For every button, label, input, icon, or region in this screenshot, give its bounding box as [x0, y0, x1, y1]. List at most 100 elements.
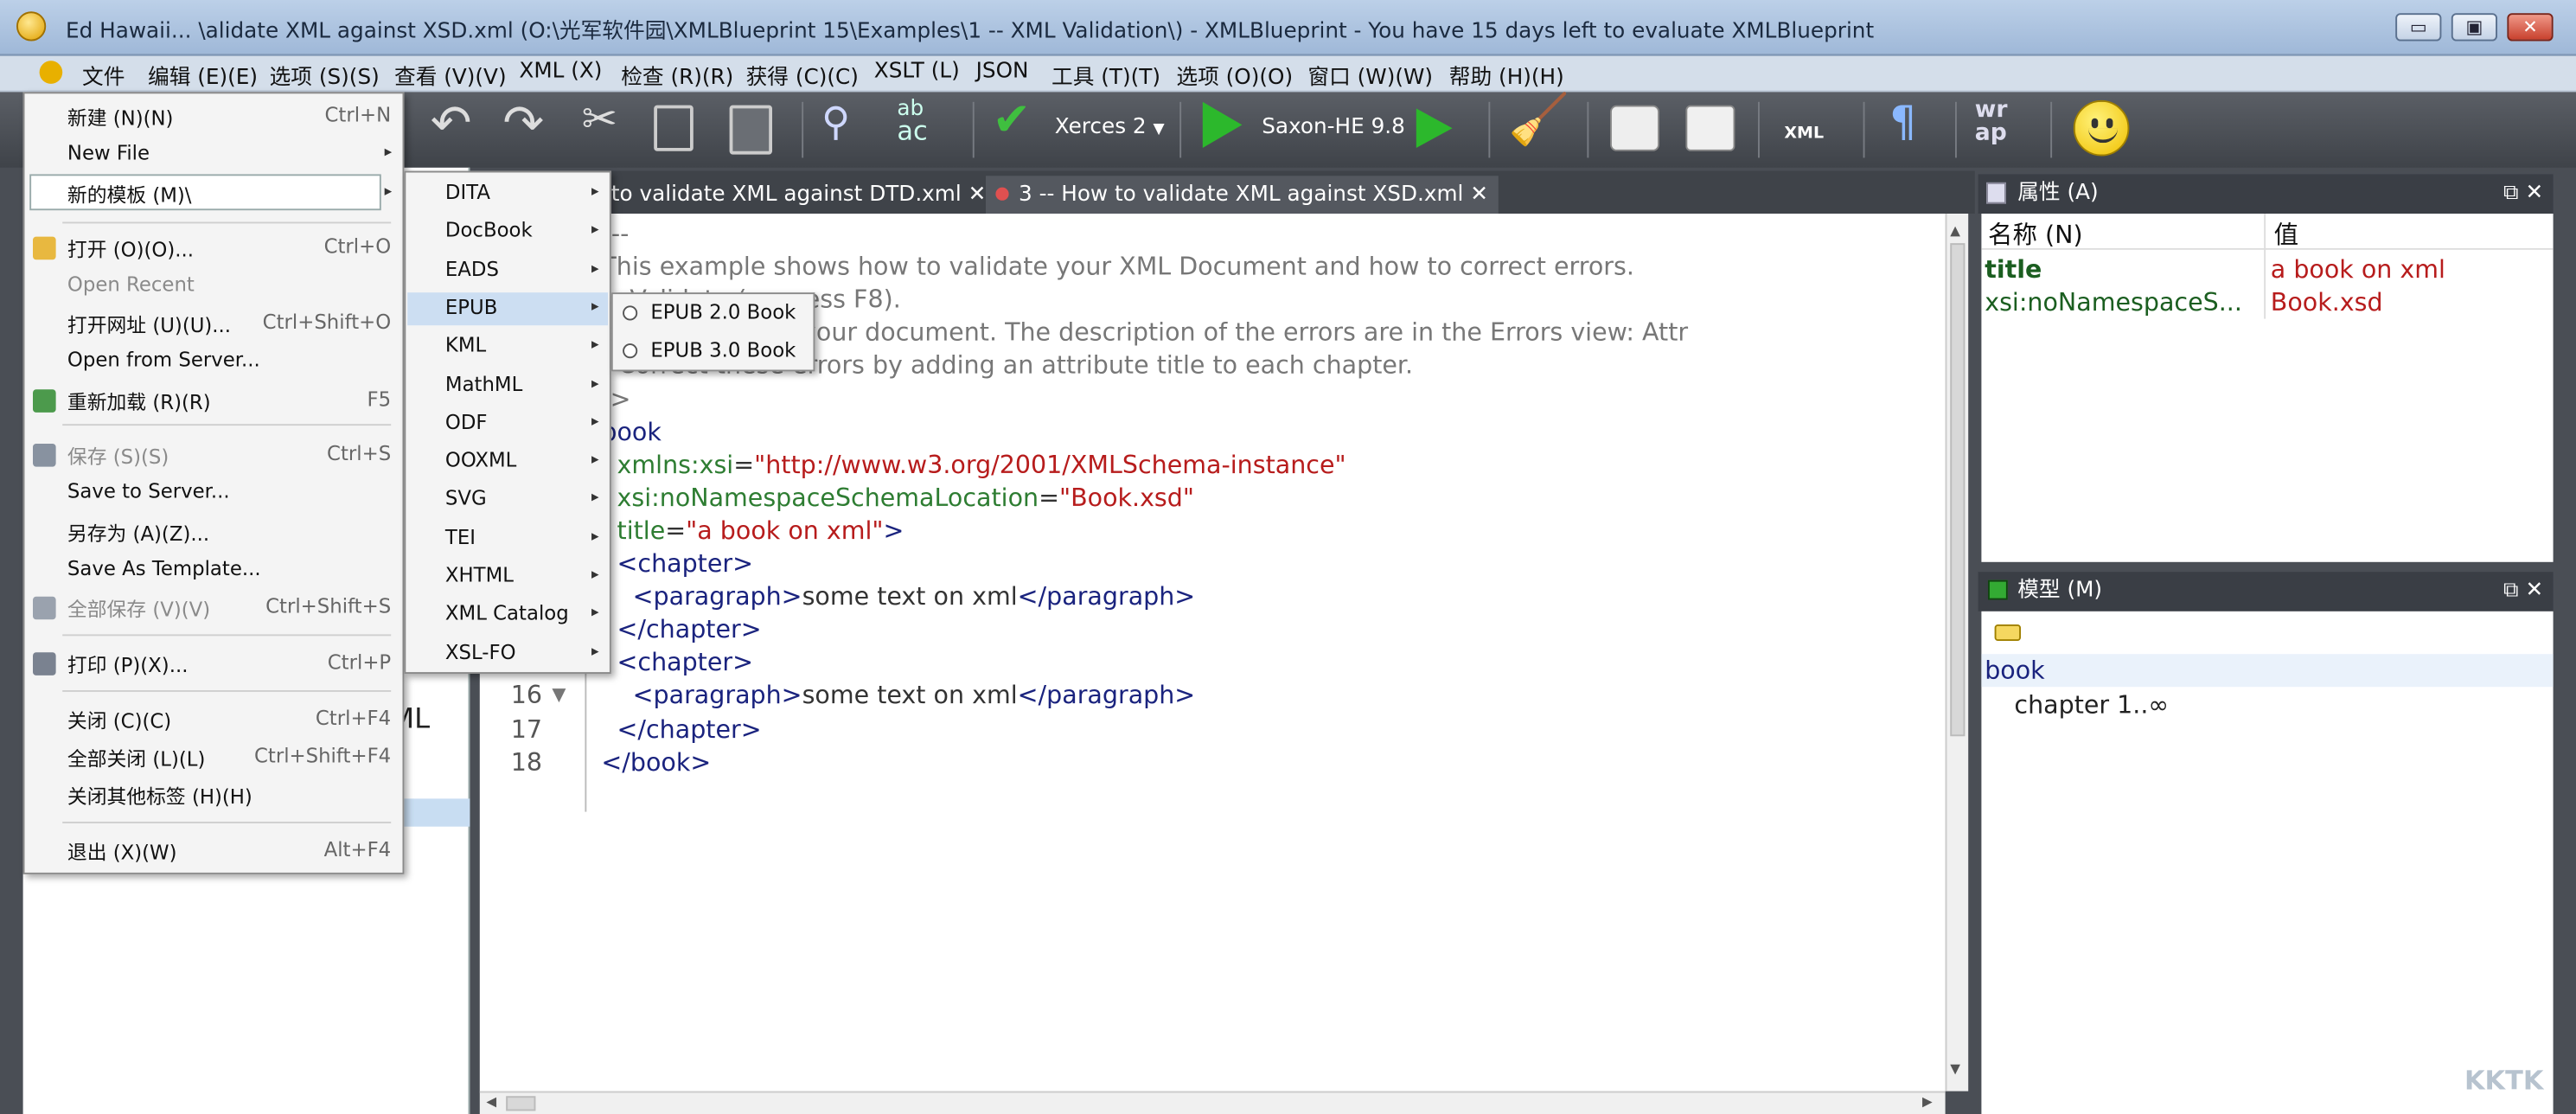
epub-menu-item[interactable]: EPUB 3.0 Book — [650, 338, 796, 362]
template-menu-item[interactable]: ODF — [445, 411, 488, 434]
cut-icon[interactable]: ✂ — [582, 95, 617, 148]
copy-icon[interactable] — [654, 105, 694, 151]
file-menu-item[interactable]: 关闭其他标签 (H)(H) — [67, 782, 252, 810]
vertical-scroll-thumb[interactable] — [1950, 243, 1966, 737]
file-menu-item[interactable]: 打开 (O)(O)... — [67, 235, 194, 263]
menu-select[interactable]: 选项 (S)(S) — [270, 59, 380, 91]
template-menu-item[interactable]: EADS — [445, 258, 499, 281]
menu-view[interactable]: 查看 (V)(V) — [394, 59, 507, 91]
file-menu-item[interactable]: 全部保存 (V)(V) — [67, 595, 210, 623]
model-root[interactable]: book — [1985, 656, 2044, 685]
code-line[interactable]: xmlns:xsi="http://www.w3.org/2001/XMLSch… — [601, 450, 1346, 479]
find-icon[interactable]: ⚲ — [821, 99, 850, 151]
file-menu-item[interactable]: Save As Template... — [67, 557, 261, 580]
file-menu-item[interactable]: 重新加载 (R)(R) — [67, 387, 211, 415]
close-button[interactable]: ✕ — [2507, 13, 2554, 42]
file-menu-item[interactable]: 退出 (X)(W) — [67, 838, 177, 866]
menu-json[interactable]: JSON — [976, 59, 1029, 84]
code-line[interactable]: <paragraph>some text on xml</paragraph> — [601, 582, 1196, 611]
code-token: </book> — [601, 746, 712, 777]
menu-check[interactable]: 检查 (R)(R) — [621, 59, 733, 91]
xml-pipette-label[interactable]: XML — [1784, 125, 1824, 177]
code-line[interactable]: title="a book on xml"> — [601, 515, 904, 545]
tab-xsd-close-icon[interactable]: ✕ — [1470, 182, 1488, 208]
model-panel-controls[interactable]: ⧉ ✕ — [2503, 572, 2543, 611]
file-menu-item[interactable]: New File — [67, 141, 150, 164]
code-line[interactable]: <paragraph>some text on xml</paragraph> — [601, 681, 1196, 711]
file-menu-item[interactable]: 打印 (P)(X)... — [67, 650, 189, 678]
property-value[interactable]: a book on xml — [2271, 255, 2445, 285]
horizontal-scrollbar[interactable]: ◀ ▶ — [479, 1091, 1946, 1114]
template-menu-item[interactable]: SVG — [445, 487, 487, 510]
property-name[interactable]: xsi:noNamespaceS... — [1985, 288, 2242, 317]
tab-dtd-close-icon[interactable]: ✕ — [968, 182, 987, 208]
validator-dropdown[interactable]: Xerces 2 ▼ — [1055, 115, 1165, 168]
menu-help[interactable]: 帮助 (H)(H) — [1449, 59, 1564, 91]
file-menu-item[interactable]: 保存 (S)(S) — [67, 442, 169, 470]
property-value[interactable]: Book.xsd — [2271, 288, 2383, 317]
vertical-scrollbar[interactable]: ▲ ▼ — [1945, 214, 1969, 1092]
file-menu-item[interactable]: 关闭 (C)(C) — [67, 707, 171, 734]
browser-preview-icon[interactable] — [1610, 105, 1659, 151]
file-menu-item[interactable]: 打开网址 (U)(U)... — [67, 311, 231, 338]
word-wrap-icon[interactable]: wr ap — [1975, 99, 2008, 151]
run-transform-icon[interactable] — [1202, 101, 1243, 148]
menu-xml[interactable]: XML (X) — [519, 59, 602, 84]
file-menu-item[interactable]: 全部关闭 (L)(L) — [67, 745, 205, 772]
code-line[interactable]: </book> — [601, 747, 711, 777]
code-line[interactable]: xsi:noNamespaceSchemaLocation="Book.xsd" — [601, 483, 1194, 512]
template-menu-item[interactable]: XHTML — [445, 564, 514, 587]
transformer-label[interactable]: Saxon-HE 9.8 — [1262, 115, 1405, 168]
validate-check-icon[interactable]: ✔ — [993, 92, 1032, 146]
template-menu-item[interactable]: XML Catalog — [445, 602, 569, 625]
code-line[interactable]: </chapter> — [601, 714, 762, 744]
file-menu-item[interactable]: 新的模板 (M)\ — [67, 181, 192, 208]
menu-xslt[interactable]: XSLT (L) — [874, 59, 960, 84]
properties-icon — [1986, 182, 2006, 204]
epub-menu-item[interactable]: EPUB 2.0 Book — [650, 301, 796, 324]
file-menu-item[interactable]: Open Recent — [67, 272, 195, 296]
template-menu-item[interactable]: KML — [445, 334, 486, 357]
code-token: <paragraph> — [601, 681, 802, 711]
model-child[interactable]: chapter 1..∞ — [2014, 690, 2169, 720]
menu-options[interactable]: 选项 (O)(O) — [1176, 59, 1293, 91]
broom-icon[interactable]: 🧹 — [1508, 92, 1569, 149]
template-menu-item[interactable]: XSL-FO — [445, 640, 516, 663]
spellcheck-icon[interactable]: ab ac — [897, 99, 927, 151]
menu-tools[interactable]: 工具 (T)(T) — [1051, 59, 1160, 91]
template-menu-item[interactable]: DocBook — [445, 219, 533, 242]
document-preview-icon[interactable] — [1685, 105, 1735, 151]
code-line[interactable]: <chapter> — [601, 648, 753, 677]
template-menu-item[interactable]: EPUB — [445, 296, 498, 319]
file-menu-item[interactable]: 新建 (N)(N) — [67, 104, 174, 131]
properties-panel-controls[interactable]: ⧉ ✕ — [2503, 174, 2543, 214]
file-menu-item[interactable]: 另存为 (A)(Z)... — [67, 519, 209, 547]
template-menu-item[interactable]: TEI — [445, 525, 476, 548]
tab-dtd[interactable]: to validate XML against DTD.xml ✕ — [601, 176, 995, 214]
menu-window[interactable]: 窗口 (W)(W) — [1307, 59, 1433, 91]
undo-icon[interactable]: ↶ — [431, 95, 472, 153]
maximize-button[interactable]: ▣ — [2451, 13, 2497, 42]
file-menu-item[interactable]: Save to Server... — [67, 480, 230, 503]
menu-edit[interactable]: 编辑 (E)(E) — [148, 59, 258, 91]
template-menu-item[interactable]: OOXML — [445, 449, 516, 472]
redo-icon[interactable]: ↷ — [502, 95, 544, 153]
horizontal-scroll-thumb[interactable] — [506, 1096, 536, 1111]
menu-file[interactable]: 文件 — [82, 59, 125, 91]
property-name[interactable]: title — [1985, 255, 2042, 285]
pilcrow-icon[interactable]: ¶ — [1889, 99, 1916, 151]
code-line[interactable]: <chapter> — [601, 549, 753, 579]
fold-marker-icon[interactable]: ▼ — [552, 683, 566, 705]
tab-xsd[interactable]: 3 -- How to validate XML against XSD.xml… — [986, 176, 1499, 214]
template-menu-item[interactable]: MathML — [445, 372, 522, 395]
paste-icon[interactable] — [729, 105, 772, 155]
debug-transform-icon[interactable] — [1416, 108, 1453, 148]
template-menu-item[interactable]: DITA — [445, 181, 490, 204]
menu-get[interactable]: 获得 (C)(C) — [746, 59, 859, 91]
code-line[interactable]: </chapter> — [601, 615, 762, 644]
code-line[interactable]: This example shows how to validate your … — [601, 252, 1634, 281]
file-menu-item[interactable]: Open from Server... — [67, 349, 260, 372]
smiley-icon[interactable] — [2073, 99, 2130, 157]
minimize-button[interactable]: ▭ — [2395, 13, 2442, 42]
menu-separator — [62, 690, 392, 692]
